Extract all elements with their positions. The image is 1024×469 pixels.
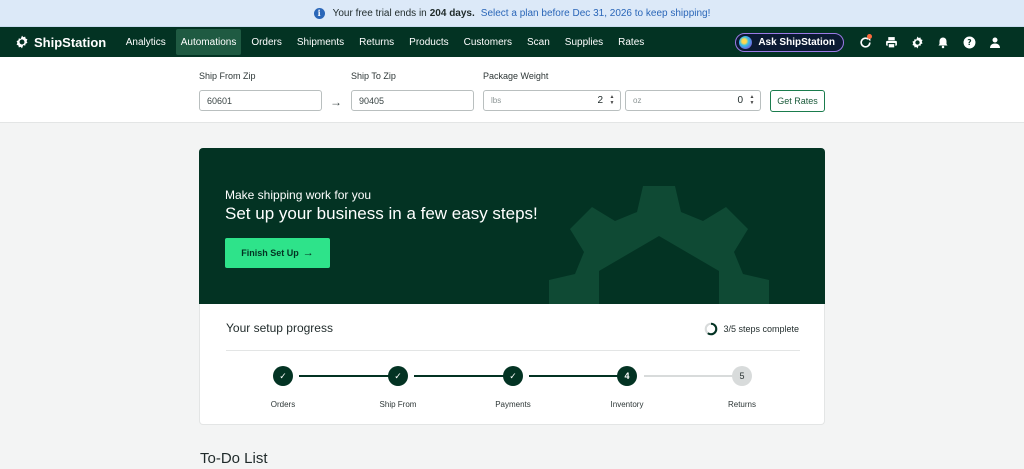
trial-banner: i Your free trial ends in 204 days. Sele… (0, 0, 1024, 27)
arrow-right-icon: → (302, 247, 314, 259)
ship-to-zip-input[interactable]: 90405 (351, 90, 474, 111)
hero-subtitle: Make shipping work for you (225, 188, 372, 202)
step-connector (529, 375, 624, 377)
weight-lbs-input[interactable]: lbs 2 ▲ ▼ (483, 90, 621, 111)
lbs-stepper-icon[interactable]: ▲ ▼ (609, 94, 615, 107)
nav-customers[interactable]: Customers (459, 29, 517, 55)
brand-name: ShipStation (34, 34, 107, 50)
step-connector (644, 375, 739, 377)
divider (226, 350, 800, 351)
ship-to-label: Ship To Zip (351, 71, 396, 81)
lbs-value: 2 (597, 95, 603, 106)
oz-value: 0 (737, 95, 743, 106)
step-payments-marker[interactable]: ✓ (503, 366, 523, 386)
gear-decoration-icon (549, 186, 769, 304)
arrow-right-icon: → (330, 95, 342, 109)
oz-stepper-icon[interactable]: ▲ ▼ (749, 94, 755, 107)
user-icon[interactable] (982, 29, 1008, 55)
oz-unit: oz (633, 96, 642, 105)
svg-text:?: ? (967, 38, 971, 47)
step-ship-from-label: Ship From (379, 400, 417, 409)
ask-label: Ask ShipStation (758, 36, 835, 48)
shipstation-logo[interactable]: ShipStation (15, 35, 106, 50)
step-orders-label: Orders (270, 400, 296, 409)
todo-list-heading: To-Do List (200, 450, 268, 467)
notification-dot (867, 34, 872, 39)
nav-scan[interactable]: Scan (522, 29, 555, 55)
help-icon[interactable]: ? (956, 29, 982, 55)
ship-to-value: 90405 (359, 95, 385, 106)
step-ship-from-marker[interactable]: ✓ (388, 366, 408, 386)
step-returns-marker[interactable]: 5 (732, 366, 752, 386)
progress-title: Your setup progress (226, 321, 333, 335)
nav-orders[interactable]: Orders (246, 29, 287, 55)
nav-analytics[interactable]: Analytics (121, 29, 171, 55)
setup-progress-card: Your setup progress 3/5 steps complete ✓… (199, 304, 825, 425)
setup-hero-card: Make shipping work for you Set up your b… (199, 148, 825, 304)
step-connector (414, 375, 509, 377)
ship-from-zip-input[interactable]: 60601 (199, 90, 322, 111)
nav-actions: Ask ShipStation ? (735, 27, 1008, 57)
nav-supplies[interactable]: Supplies (560, 29, 608, 55)
ship-from-value: 60601 (207, 95, 233, 106)
step-payments-label: Payments (495, 400, 531, 409)
printer-icon[interactable] (878, 29, 904, 55)
info-icon: i (313, 7, 325, 19)
select-plan-link[interactable]: Select a plan before Dec 31, 2026 to kee… (481, 8, 711, 19)
step-inventory-marker[interactable]: 4 (617, 366, 637, 386)
finish-setup-label: Finish Set Up (241, 248, 299, 258)
weight-oz-input[interactable]: oz 0 ▲ ▼ (625, 90, 761, 111)
rate-calculator: Ship From Zip 60601 → Ship To Zip 90405 … (0, 57, 1024, 123)
nav-automations[interactable]: Automations (175, 29, 242, 55)
step-connector (299, 375, 394, 377)
nav-rates[interactable]: Rates (613, 29, 649, 55)
nav-products[interactable]: Products (404, 29, 453, 55)
steps-complete-text: 3/5 steps complete (723, 324, 799, 334)
top-nav: ShipStation Analytics Automations Orders… (0, 27, 1024, 57)
get-rates-button[interactable]: Get Rates (770, 90, 825, 112)
step-inventory-label: Inventory (610, 400, 644, 409)
ai-orb-icon (739, 35, 753, 49)
trial-days: 204 days. (429, 7, 475, 19)
trial-text: Your free trial ends in (332, 7, 427, 19)
ask-shipstation-button[interactable]: Ask ShipStation (735, 32, 844, 52)
step-returns-label: Returns (727, 400, 756, 409)
progress-ring-icon (705, 322, 718, 336)
package-weight-label: Package Weight (483, 71, 549, 81)
finish-setup-button[interactable]: Finish Set Up → (225, 238, 330, 268)
refresh-icon[interactable] (852, 29, 878, 55)
steps-complete: 3/5 steps complete (704, 322, 799, 336)
logo-gear-icon (16, 35, 28, 49)
gear-icon[interactable] (904, 29, 930, 55)
step-orders-marker[interactable]: ✓ (273, 366, 293, 386)
bell-icon[interactable] (930, 29, 956, 55)
ship-from-label: Ship From Zip (199, 71, 256, 81)
lbs-unit: lbs (491, 96, 502, 105)
nav-returns[interactable]: Returns (354, 29, 399, 55)
nav-shipments[interactable]: Shipments (292, 29, 349, 55)
hero-title: Set up your business in a few easy steps… (225, 204, 538, 223)
